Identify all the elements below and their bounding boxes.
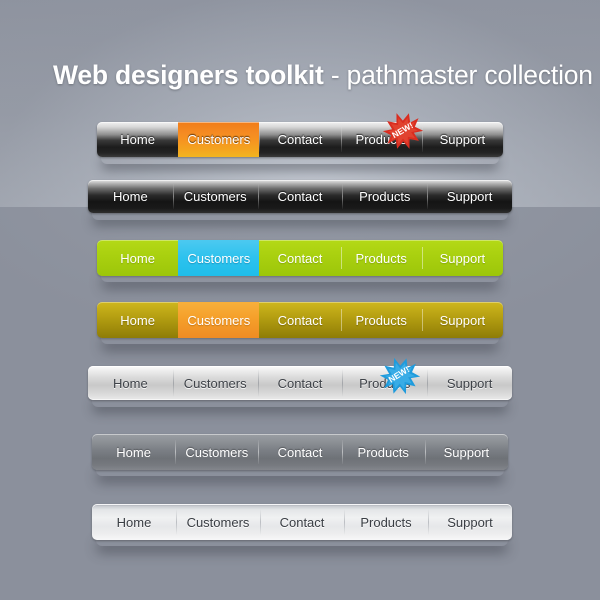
nav-item-label: Products xyxy=(355,250,407,266)
starburst-badge-icon: NEW! xyxy=(382,113,424,149)
nav-item-products[interactable]: Products xyxy=(340,240,422,276)
nav-item-label: Contact xyxy=(277,132,323,147)
nav-item-support[interactable]: Support xyxy=(424,434,508,470)
nav-item-label: Home xyxy=(116,514,152,530)
nav-item-home[interactable]: Home xyxy=(92,434,175,470)
nav-item-contact[interactable]: Contact xyxy=(257,366,343,400)
nav-item-label: Products xyxy=(359,189,411,204)
nav-item-contact[interactable]: Contact xyxy=(257,180,343,213)
starburst-badge-icon: NEW! xyxy=(379,357,421,395)
nav-item-label: Support xyxy=(443,444,490,460)
nav-item-label: Customers xyxy=(186,514,250,530)
navbar-lime-cyan[interactable]: Home Customers Contact Products Support xyxy=(97,240,503,276)
nav-item-contact[interactable]: Contact xyxy=(260,504,344,540)
nav-item-label: Contact xyxy=(277,312,323,328)
nav-item-label: Customers xyxy=(187,250,251,266)
nav-item-label: Home xyxy=(120,312,155,328)
nav-item-customers[interactable]: Customers xyxy=(172,180,258,213)
nav-item-contact[interactable]: Contact xyxy=(259,240,340,276)
nav-item-support[interactable]: Support xyxy=(421,240,503,276)
navbar-inner: Home Customers Contact Products Support xyxy=(97,302,503,338)
nav-item-label: Contact xyxy=(277,189,323,204)
navbar-dark-silver-orange[interactable]: Home Customers Contact Products Support xyxy=(97,122,503,157)
nav-item-label: Contact xyxy=(277,375,323,391)
nav-item-label: Support xyxy=(446,189,493,204)
nav-item-support[interactable]: Support xyxy=(421,122,503,157)
nav-item-label: Products xyxy=(355,312,407,328)
nav-item-customers[interactable]: Customers xyxy=(178,240,260,276)
nav-item-home[interactable]: Home xyxy=(92,504,176,540)
navbar-olive-orange[interactable]: Home Customers Contact Products Support xyxy=(97,302,503,338)
navbar-light-silver[interactable]: Home Customers Contact Products Support xyxy=(92,504,512,540)
nav-item-label: Support xyxy=(446,375,493,391)
nav-item-label: Customers xyxy=(187,132,251,147)
nav-item-support[interactable]: Support xyxy=(427,366,512,400)
nav-item-label: Home xyxy=(116,444,151,460)
nav-item-contact[interactable]: Contact xyxy=(259,122,340,157)
navbar-inner: Home Customers Contact Products Support xyxy=(97,122,503,157)
nav-item-support[interactable]: Support xyxy=(421,302,503,338)
nav-item-customers[interactable]: Customers xyxy=(176,504,260,540)
nav-item-customers[interactable]: Customers xyxy=(172,366,258,400)
nav-item-label: Support xyxy=(439,312,486,328)
nav-item-label: Contact xyxy=(279,514,325,530)
nav-item-label: Customers xyxy=(187,312,251,328)
nav-item-label: Home xyxy=(120,132,155,147)
nav-item-label: Products xyxy=(360,514,412,530)
nav-item-products[interactable]: Products xyxy=(342,180,427,213)
nav-item-label: Products xyxy=(357,444,409,460)
nav-item-products[interactable]: Products xyxy=(344,504,428,540)
navbar-inner: Home Customers Contact Products Support xyxy=(88,366,512,400)
navbar-inner: Home Customers Contact Products Support xyxy=(88,180,512,213)
nav-item-customers[interactable]: Customers xyxy=(178,302,260,338)
nav-item-label: Customers xyxy=(185,444,249,460)
nav-item-home[interactable]: Home xyxy=(97,302,178,338)
navbar-inner: Home Customers Contact Products Support xyxy=(92,434,508,470)
nav-item-label: Home xyxy=(113,375,148,391)
nav-item-label: Home xyxy=(120,250,155,266)
nav-item-label: Support xyxy=(447,514,493,530)
navbar-inner: Home Customers Contact Products Support xyxy=(97,240,503,276)
navbar-inner: Home Customers Contact Products Support xyxy=(92,504,512,540)
navbar-mid-grey[interactable]: Home Customers Contact Products Support xyxy=(92,434,508,470)
nav-item-customers[interactable]: Customers xyxy=(178,122,260,157)
nav-item-label: Customers xyxy=(183,375,247,391)
nav-item-label: Contact xyxy=(277,444,323,460)
navbar-black-gloss[interactable]: Home Customers Contact Products Support xyxy=(88,180,512,213)
nav-item-label: Contact xyxy=(277,250,323,266)
nav-item-support[interactable]: Support xyxy=(428,504,512,540)
navbar-white-silver[interactable]: Home Customers Contact Products Support xyxy=(88,366,512,400)
nav-item-label: Customers xyxy=(183,189,247,204)
nav-item-products[interactable]: Products xyxy=(341,434,425,470)
nav-item-support[interactable]: Support xyxy=(427,180,512,213)
nav-item-customers[interactable]: Customers xyxy=(175,434,258,470)
page-title-bold: Web designers toolkit xyxy=(53,60,324,90)
nav-item-label: Home xyxy=(113,189,148,204)
nav-item-home[interactable]: Home xyxy=(97,240,178,276)
nav-item-products[interactable]: Products xyxy=(340,302,422,338)
new-badge-blue[interactable]: NEW! xyxy=(379,355,421,397)
page-title-light: - pathmaster collection xyxy=(323,60,593,90)
nav-item-label: Support xyxy=(439,132,486,147)
nav-item-contact[interactable]: Contact xyxy=(259,302,340,338)
background-upper-band xyxy=(0,0,600,207)
nav-item-contact[interactable]: Contact xyxy=(258,434,341,470)
nav-item-home[interactable]: Home xyxy=(97,122,178,157)
nav-item-label: Support xyxy=(439,250,486,266)
page-title: Web designers toolkit - pathmaster colle… xyxy=(53,58,593,92)
new-badge-red[interactable]: NEW! xyxy=(382,110,424,152)
nav-item-home[interactable]: Home xyxy=(88,180,173,213)
nav-item-home[interactable]: Home xyxy=(88,366,173,400)
